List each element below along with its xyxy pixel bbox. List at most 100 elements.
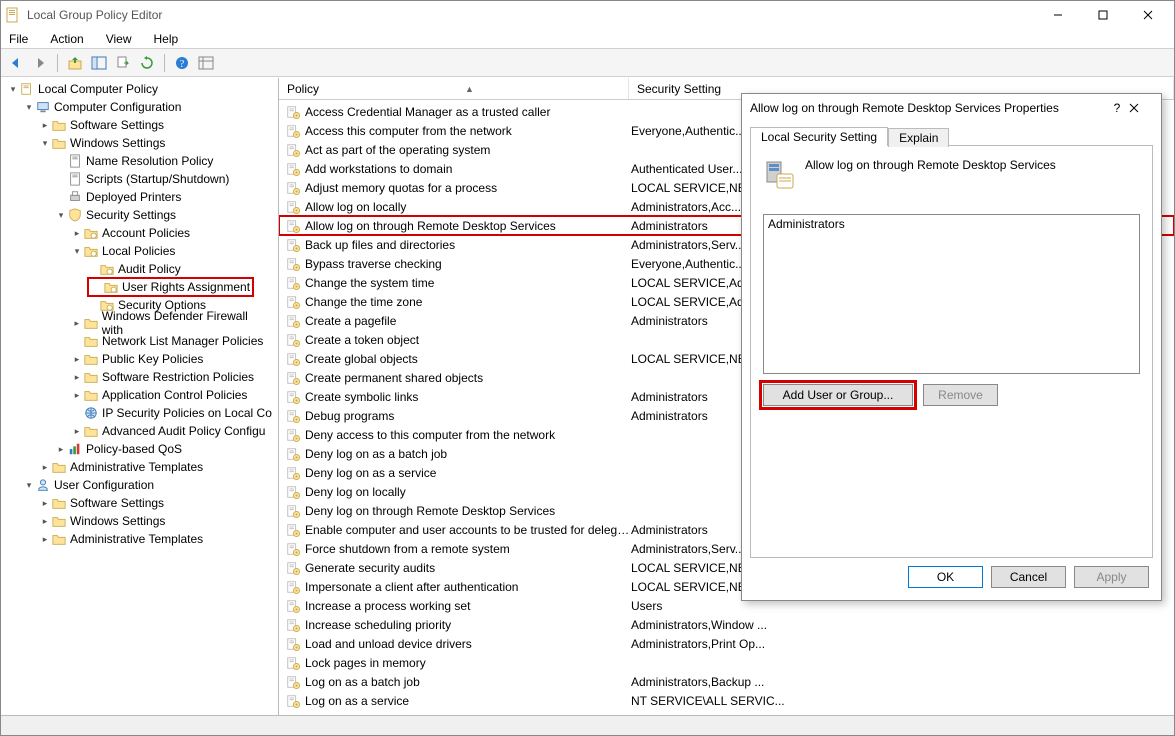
tree-node-deployed_printers[interactable]: Deployed Printers (1, 188, 278, 206)
tree-twisty-icon[interactable]: ▾ (23, 479, 35, 491)
list-cell-policy: Deny log on locally (305, 485, 631, 499)
up-level-button[interactable] (64, 52, 86, 74)
tree-twisty-icon[interactable]: ▸ (39, 461, 51, 473)
tree-pane[interactable]: ▾Local Computer Policy▾Computer Configur… (1, 78, 279, 715)
tree-node-label: Security Settings (86, 208, 176, 222)
tree-twisty-icon[interactable]: ▸ (71, 425, 83, 437)
tree-twisty-icon[interactable]: ▸ (71, 353, 83, 365)
tree-twisty-icon[interactable]: ▸ (71, 389, 83, 401)
tree-twisty-icon[interactable]: ▸ (71, 371, 83, 383)
tree-twisty-icon[interactable]: ▾ (55, 209, 67, 221)
refresh-button[interactable] (136, 52, 158, 74)
policy-icon (285, 598, 301, 614)
tree-node-security_settings[interactable]: ▾ Security Settings (1, 206, 278, 224)
tree-twisty-icon[interactable]: ▸ (39, 533, 51, 545)
tree-twisty-icon[interactable] (55, 173, 67, 185)
tree-node-name_resolution[interactable]: Name Resolution Policy (1, 152, 278, 170)
tree-node-wdf[interactable]: ▸Windows Defender Firewall with (1, 314, 278, 332)
tree-node-aapc[interactable]: ▸Advanced Audit Policy Configu (1, 422, 278, 440)
forward-button[interactable] (29, 52, 51, 74)
policy-icon (285, 332, 301, 348)
column-header-policy[interactable]: Policy▲ (279, 78, 629, 99)
tree-twisty-icon[interactable]: ▸ (71, 317, 83, 329)
maximize-button[interactable] (1080, 1, 1125, 29)
tree-node-u_windows_settings[interactable]: ▸Windows Settings (1, 512, 278, 530)
list-row[interactable]: Log on as a service NT SERVICE\ALL SERVI… (279, 691, 1174, 710)
tree-node-u_software_settings[interactable]: ▸Software Settings (1, 494, 278, 512)
policy-icon (285, 522, 301, 538)
tree-node-pkp[interactable]: ▸Public Key Policies (1, 350, 278, 368)
tree-node-icon (99, 261, 115, 277)
tree-twisty-icon[interactable]: ▸ (39, 515, 51, 527)
tree-twisty-icon[interactable] (71, 335, 83, 347)
tree-twisty-icon[interactable]: ▸ (39, 119, 51, 131)
tree-node-label: Administrative Templates (70, 532, 203, 546)
tab-explain[interactable]: Explain (888, 128, 949, 147)
tree-node-label: IP Security Policies on Local Co (102, 406, 272, 420)
tree-twisty-icon[interactable] (87, 263, 99, 275)
tree-node-admin_templates[interactable]: ▸Administrative Templates (1, 458, 278, 476)
tree-node-audit_policy[interactable]: Audit Policy (1, 260, 278, 278)
tab-local-security-setting[interactable]: Local Security Setting (750, 127, 888, 146)
tree-twisty-icon[interactable]: ▸ (55, 443, 67, 455)
export-button[interactable] (112, 52, 134, 74)
menu-help[interactable]: Help (150, 31, 183, 47)
tree-node-ipsec[interactable]: IP Security Policies on Local Co (1, 404, 278, 422)
tree-node-srp[interactable]: ▸ Software Restriction Policies (1, 368, 278, 386)
tree-twisty-icon[interactable]: ▸ (71, 227, 83, 239)
tree-node-label: Software Restriction Policies (102, 370, 254, 384)
tree-twisty-icon[interactable]: ▾ (71, 245, 83, 257)
ok-button[interactable]: OK (908, 566, 983, 588)
remove-button[interactable]: Remove (923, 384, 998, 406)
tree-node-account_policies[interactable]: ▸Account Policies (1, 224, 278, 242)
member-item[interactable]: Administrators (768, 217, 1135, 231)
tree-twisty-icon[interactable] (55, 191, 67, 203)
list-cell-policy: Change the system time (305, 276, 631, 290)
tree-twisty-icon[interactable]: ▾ (23, 101, 35, 113)
tree-node-pbqos[interactable]: ▸Policy-based QoS (1, 440, 278, 458)
list-row[interactable]: Lock pages in memory (279, 653, 1174, 672)
list-row[interactable]: Log on as a batch job Administrators,Bac… (279, 672, 1174, 691)
apply-button[interactable]: Apply (1074, 566, 1149, 588)
tree-node-local_policies[interactable]: ▾Local Policies (1, 242, 278, 260)
dialog-close-button[interactable] (1129, 103, 1153, 113)
add-user-or-group-button[interactable]: Add User or Group... (763, 384, 913, 406)
menu-view[interactable]: View (102, 31, 136, 47)
tree-twisty-icon[interactable] (71, 407, 83, 419)
tree-node-nlmp[interactable]: Network List Manager Policies (1, 332, 278, 350)
tree-twisty-icon[interactable] (87, 299, 99, 311)
tree-node-acp[interactable]: ▸Application Control Policies (1, 386, 278, 404)
cancel-button[interactable]: Cancel (991, 566, 1066, 588)
list-cell-policy: Change the time zone (305, 295, 631, 309)
tree-twisty-icon[interactable] (91, 281, 103, 293)
tree-node-user_config[interactable]: ▾User Configuration (1, 476, 278, 494)
tree-node-u_admin_templates[interactable]: ▸ Administrative Templates (1, 530, 278, 548)
filter-button[interactable] (195, 52, 217, 74)
list-row[interactable]: Load and unload device drivers Administr… (279, 634, 1174, 653)
minimize-button[interactable] (1035, 1, 1080, 29)
tree-twisty-icon[interactable]: ▾ (39, 137, 51, 149)
show-hide-tree-button[interactable] (88, 52, 110, 74)
help-button[interactable]: ? (171, 52, 193, 74)
list-row[interactable]: Increase scheduling priority Administrat… (279, 615, 1174, 634)
tree-node-icon (51, 117, 67, 133)
tree-node-windows_settings[interactable]: ▾Windows Settings (1, 134, 278, 152)
menu-file[interactable]: File (5, 31, 32, 47)
close-button[interactable] (1125, 1, 1170, 29)
tree-twisty-icon[interactable]: ▸ (39, 497, 51, 509)
list-cell-policy: Act as part of the operating system (305, 143, 631, 157)
tree-twisty-icon[interactable] (55, 155, 67, 167)
dialog-help-button[interactable]: ? (1105, 101, 1129, 115)
members-listbox[interactable]: Administrators (763, 214, 1140, 374)
tree-node-scripts[interactable]: Scripts (Startup/Shutdown) (1, 170, 278, 188)
tree-node-root[interactable]: ▾Local Computer Policy (1, 80, 278, 98)
tree-node-software_settings[interactable]: ▸Software Settings (1, 116, 278, 134)
menu-action[interactable]: Action (46, 31, 87, 47)
tree-node-icon (83, 351, 99, 367)
tree-twisty-icon[interactable]: ▾ (7, 83, 19, 95)
tree-node-user_rights[interactable]: User Rights Assignment (1, 278, 278, 296)
back-button[interactable] (5, 52, 27, 74)
list-cell-policy: Log on as a service (305, 694, 631, 708)
tree-node-label: Windows Defender Firewall with (102, 309, 272, 337)
tree-node-computer_config[interactable]: ▾Computer Configuration (1, 98, 278, 116)
